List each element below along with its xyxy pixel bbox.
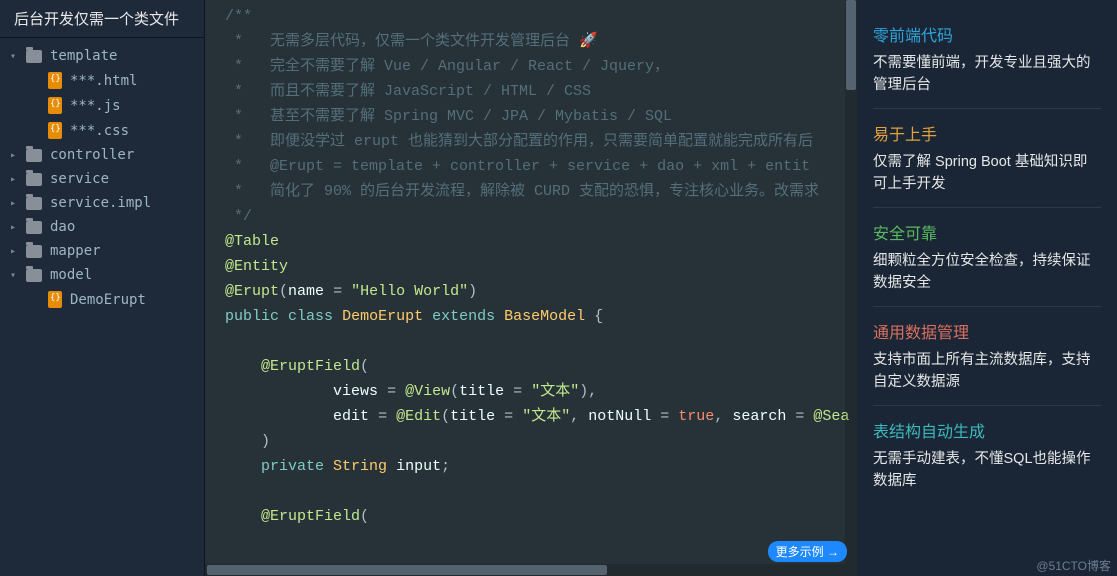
tree-item-label: service — [50, 171, 109, 187]
file-icon — [48, 122, 62, 139]
feature-card: 通用数据管理支持市面上所有主流数据库，支持自定义数据源 — [873, 307, 1101, 406]
code-content: /** * 无需多层代码，仅需一个类文件开发管理后台 🚀 * 完全不需要了解 V… — [205, 0, 857, 576]
feature-list: 零前端代码不需要懂前端，开发专业且强大的管理后台易于上手仅需了解 Spring … — [857, 0, 1117, 576]
file-item[interactable]: ***.css — [0, 118, 204, 143]
chevron-right-icon: ▸ — [10, 198, 22, 209]
feature-description: 不需要懂前端，开发专业且强大的管理后台 — [873, 52, 1101, 96]
file-icon — [48, 97, 62, 114]
feature-title: 安全可靠 — [873, 220, 1101, 244]
folder-icon — [26, 173, 42, 186]
tree-item-label: ***.css — [70, 123, 129, 139]
chevron-right-icon: ▸ — [10, 246, 22, 257]
feature-card: 易于上手仅需了解 Spring Boot 基础知识即可上手开发 — [873, 109, 1101, 208]
folder-icon — [26, 149, 42, 162]
file-explorer: 后台开发仅需一个类文件 ▾ template ***.html ***.js ***.c… — [0, 0, 205, 576]
tree-item-label: template — [50, 48, 117, 64]
tree-item-label: service.impl — [50, 195, 151, 211]
folder-item[interactable]: ▸ service.impl — [0, 191, 204, 215]
file-item[interactable]: DemoErupt — [0, 287, 204, 312]
chevron-right-icon: ▸ — [10, 174, 22, 185]
file-icon — [48, 291, 62, 308]
sidebar-title: 后台开发仅需一个类文件 — [0, 0, 204, 38]
feature-card: 零前端代码不需要懂前端，开发专业且强大的管理后台 — [873, 10, 1101, 109]
code-editor[interactable]: /** * 无需多层代码，仅需一个类文件开发管理后台 🚀 * 完全不需要了解 V… — [205, 0, 857, 576]
vertical-scrollbar[interactable] — [845, 0, 857, 576]
feature-description: 细颗粒全方位安全检查，持续保证数据安全 — [873, 250, 1101, 294]
folder-item[interactable]: ▸ mapper — [0, 239, 204, 263]
file-icon — [48, 72, 62, 89]
folder-icon — [26, 245, 42, 258]
folder-item[interactable]: ▾ model — [0, 263, 204, 287]
folder-item[interactable]: ▸ service — [0, 167, 204, 191]
file-tree[interactable]: ▾ template ***.html ***.js ***.css ▸ controlle… — [0, 38, 204, 576]
tree-item-label: DemoErupt — [70, 292, 146, 308]
tree-item-label: ***.js — [70, 98, 121, 114]
horizontal-scrollbar[interactable] — [205, 564, 845, 576]
chevron-down-icon: ▾ — [10, 270, 22, 281]
folder-icon — [26, 197, 42, 210]
feature-title: 易于上手 — [873, 121, 1101, 145]
tree-item-label: mapper — [50, 243, 101, 259]
feature-description: 支持市面上所有主流数据库，支持自定义数据源 — [873, 349, 1101, 393]
tree-item-label: dao — [50, 219, 75, 235]
feature-card: 表结构自动生成无需手动建表，不懂SQL也能操作数据库 — [873, 406, 1101, 504]
folder-item[interactable]: ▸ controller — [0, 143, 204, 167]
watermark: @51CTO博客 — [1036, 557, 1111, 574]
chevron-right-icon: ▸ — [10, 222, 22, 233]
tree-item-label: model — [50, 267, 92, 283]
feature-title: 表结构自动生成 — [873, 418, 1101, 442]
chevron-down-icon: ▾ — [10, 51, 22, 62]
feature-title: 零前端代码 — [873, 22, 1101, 46]
feature-description: 仅需了解 Spring Boot 基础知识即可上手开发 — [873, 151, 1101, 195]
feature-title: 通用数据管理 — [873, 319, 1101, 343]
folder-icon — [26, 269, 42, 282]
folder-item[interactable]: ▾ template — [0, 44, 204, 68]
more-examples-button[interactable]: 更多示例 → — [768, 541, 847, 562]
folder-icon — [26, 221, 42, 234]
chevron-right-icon: ▸ — [10, 150, 22, 161]
feature-card: 安全可靠细颗粒全方位安全检查，持续保证数据安全 — [873, 208, 1101, 307]
tree-item-label: ***.html — [70, 73, 137, 89]
feature-description: 无需手动建表，不懂SQL也能操作数据库 — [873, 448, 1101, 492]
folder-item[interactable]: ▸ dao — [0, 215, 204, 239]
tree-item-label: controller — [50, 147, 134, 163]
folder-icon — [26, 50, 42, 63]
file-item[interactable]: ***.js — [0, 93, 204, 118]
file-item[interactable]: ***.html — [0, 68, 204, 93]
